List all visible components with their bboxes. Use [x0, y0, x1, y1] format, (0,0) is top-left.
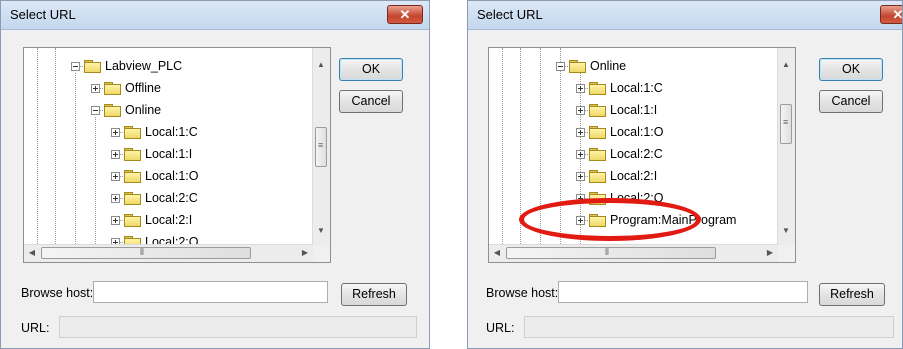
folder-icon [124, 214, 141, 227]
scroll-up-arrow-icon[interactable]: ▲ [781, 60, 791, 70]
grip-icon: ≡ [318, 140, 324, 150]
tree-node-label: Local:1:I [610, 103, 658, 117]
ok-button[interactable]: OK [819, 58, 883, 81]
expand-icon[interactable] [576, 150, 585, 159]
horizontal-scrollbar[interactable]: ◀ ⦀ ▶ [489, 244, 778, 262]
close-button[interactable]: ✕ [880, 5, 902, 24]
vertical-scrollbar[interactable]: ▲ ≡ ▼ [777, 48, 795, 245]
ok-button[interactable]: OK [339, 58, 403, 81]
refresh-button[interactable]: Refresh [819, 283, 885, 306]
expand-icon[interactable] [111, 216, 120, 225]
expand-icon[interactable] [576, 84, 585, 93]
scrollbar-corner [778, 245, 795, 262]
grip-icon: ⦀ [605, 247, 609, 257]
dialog-title: Select URL [10, 7, 76, 22]
expand-icon[interactable] [111, 194, 120, 203]
tree-guide-line [37, 48, 38, 248]
tree-node-label: Local:2:C [610, 147, 663, 161]
scroll-down-arrow-icon[interactable]: ▼ [316, 226, 326, 236]
tree-node-label: Local:2:I [145, 213, 193, 227]
folder-icon [589, 170, 606, 183]
browse-host-input[interactable] [558, 281, 808, 303]
url-tree-view[interactable]: Labview_PLC Offline Online Local:1:C Local:1… [23, 47, 331, 263]
tree-guide-line [55, 48, 56, 248]
scroll-right-arrow-icon[interactable]: ▶ [765, 248, 775, 258]
folder-icon [84, 60, 101, 73]
browse-host-label: Browse host: [486, 286, 559, 300]
select-url-dialog-right: Select URL ✕ Online Local:1:C Local:1:I Loc… [467, 0, 903, 349]
title-bar: Select URL ✕ [1, 1, 429, 30]
tree-node-label: Local:2:C [145, 191, 198, 205]
folder-icon [589, 148, 606, 161]
horizontal-scrollbar[interactable]: ◀ ⦀ ▶ [24, 244, 313, 262]
title-bar: Select URL ✕ [468, 1, 902, 30]
url-field [59, 316, 417, 338]
vertical-scroll-thumb[interactable]: ≡ [780, 104, 792, 144]
close-button[interactable]: ✕ [387, 5, 423, 24]
scrollbar-corner [313, 245, 330, 262]
url-field [524, 316, 894, 338]
scroll-left-arrow-icon[interactable]: ◀ [27, 248, 37, 258]
cancel-button[interactable]: Cancel [819, 90, 883, 113]
expand-icon[interactable] [111, 150, 120, 159]
tree-node-label: Local:1:C [610, 81, 663, 95]
tree-guide-line [502, 48, 503, 248]
cancel-button[interactable]: Cancel [339, 90, 403, 113]
scroll-left-arrow-icon[interactable]: ◀ [492, 248, 502, 258]
horizontal-scroll-thumb[interactable]: ⦀ [41, 247, 251, 259]
tree-node-label: Labview_PLC [105, 59, 183, 73]
highlight-ellipse [519, 198, 701, 241]
scroll-right-arrow-icon[interactable]: ▶ [300, 248, 310, 258]
tree-guide-line [95, 117, 96, 248]
collapse-icon[interactable] [91, 106, 100, 115]
browse-host-label: Browse host: [21, 286, 94, 300]
tree-guide-line [75, 73, 76, 248]
folder-icon [589, 104, 606, 117]
grip-icon: ⦀ [140, 247, 144, 257]
collapse-icon[interactable] [556, 62, 565, 71]
vertical-scrollbar[interactable]: ▲ ≡ ▼ [312, 48, 330, 245]
expand-icon[interactable] [91, 84, 100, 93]
url-label: URL: [21, 321, 50, 335]
tree-node-label: Local:1:I [145, 147, 193, 161]
vertical-scroll-thumb[interactable]: ≡ [315, 127, 327, 167]
tree-node-label: Offline [125, 81, 161, 95]
folder-icon [124, 148, 141, 161]
folder-icon [104, 82, 121, 95]
tree-node-label: Online [590, 59, 627, 73]
collapse-icon[interactable] [71, 62, 80, 71]
expand-icon[interactable] [111, 172, 120, 181]
expand-icon[interactable] [576, 172, 585, 181]
tree-node-label: Local:1:O [610, 125, 664, 139]
folder-icon [569, 60, 586, 73]
expand-icon[interactable] [576, 106, 585, 115]
browse-host-input[interactable] [93, 281, 328, 303]
folder-icon [124, 192, 141, 205]
scroll-down-arrow-icon[interactable]: ▼ [781, 226, 791, 236]
tree-node-label: Local:1:O [145, 169, 199, 183]
url-label: URL: [486, 321, 515, 335]
expand-icon[interactable] [111, 128, 120, 137]
tree-node-label: Local:2:I [610, 169, 658, 183]
select-url-dialog-left: Select URL ✕ Labview_PLC Offline Online Loc… [0, 0, 430, 349]
folder-icon [124, 170, 141, 183]
scroll-up-arrow-icon[interactable]: ▲ [316, 60, 326, 70]
horizontal-scroll-thumb[interactable]: ⦀ [506, 247, 716, 259]
tree-node-label: Local:1:C [145, 125, 198, 139]
refresh-button[interactable]: Refresh [341, 283, 407, 306]
folder-icon [589, 126, 606, 139]
folder-icon [124, 126, 141, 139]
tree-node-label: Online [125, 103, 162, 117]
grip-icon: ≡ [783, 117, 789, 127]
expand-icon[interactable] [576, 128, 585, 137]
dialog-title: Select URL [477, 7, 543, 22]
folder-icon [104, 104, 121, 117]
folder-icon [589, 82, 606, 95]
